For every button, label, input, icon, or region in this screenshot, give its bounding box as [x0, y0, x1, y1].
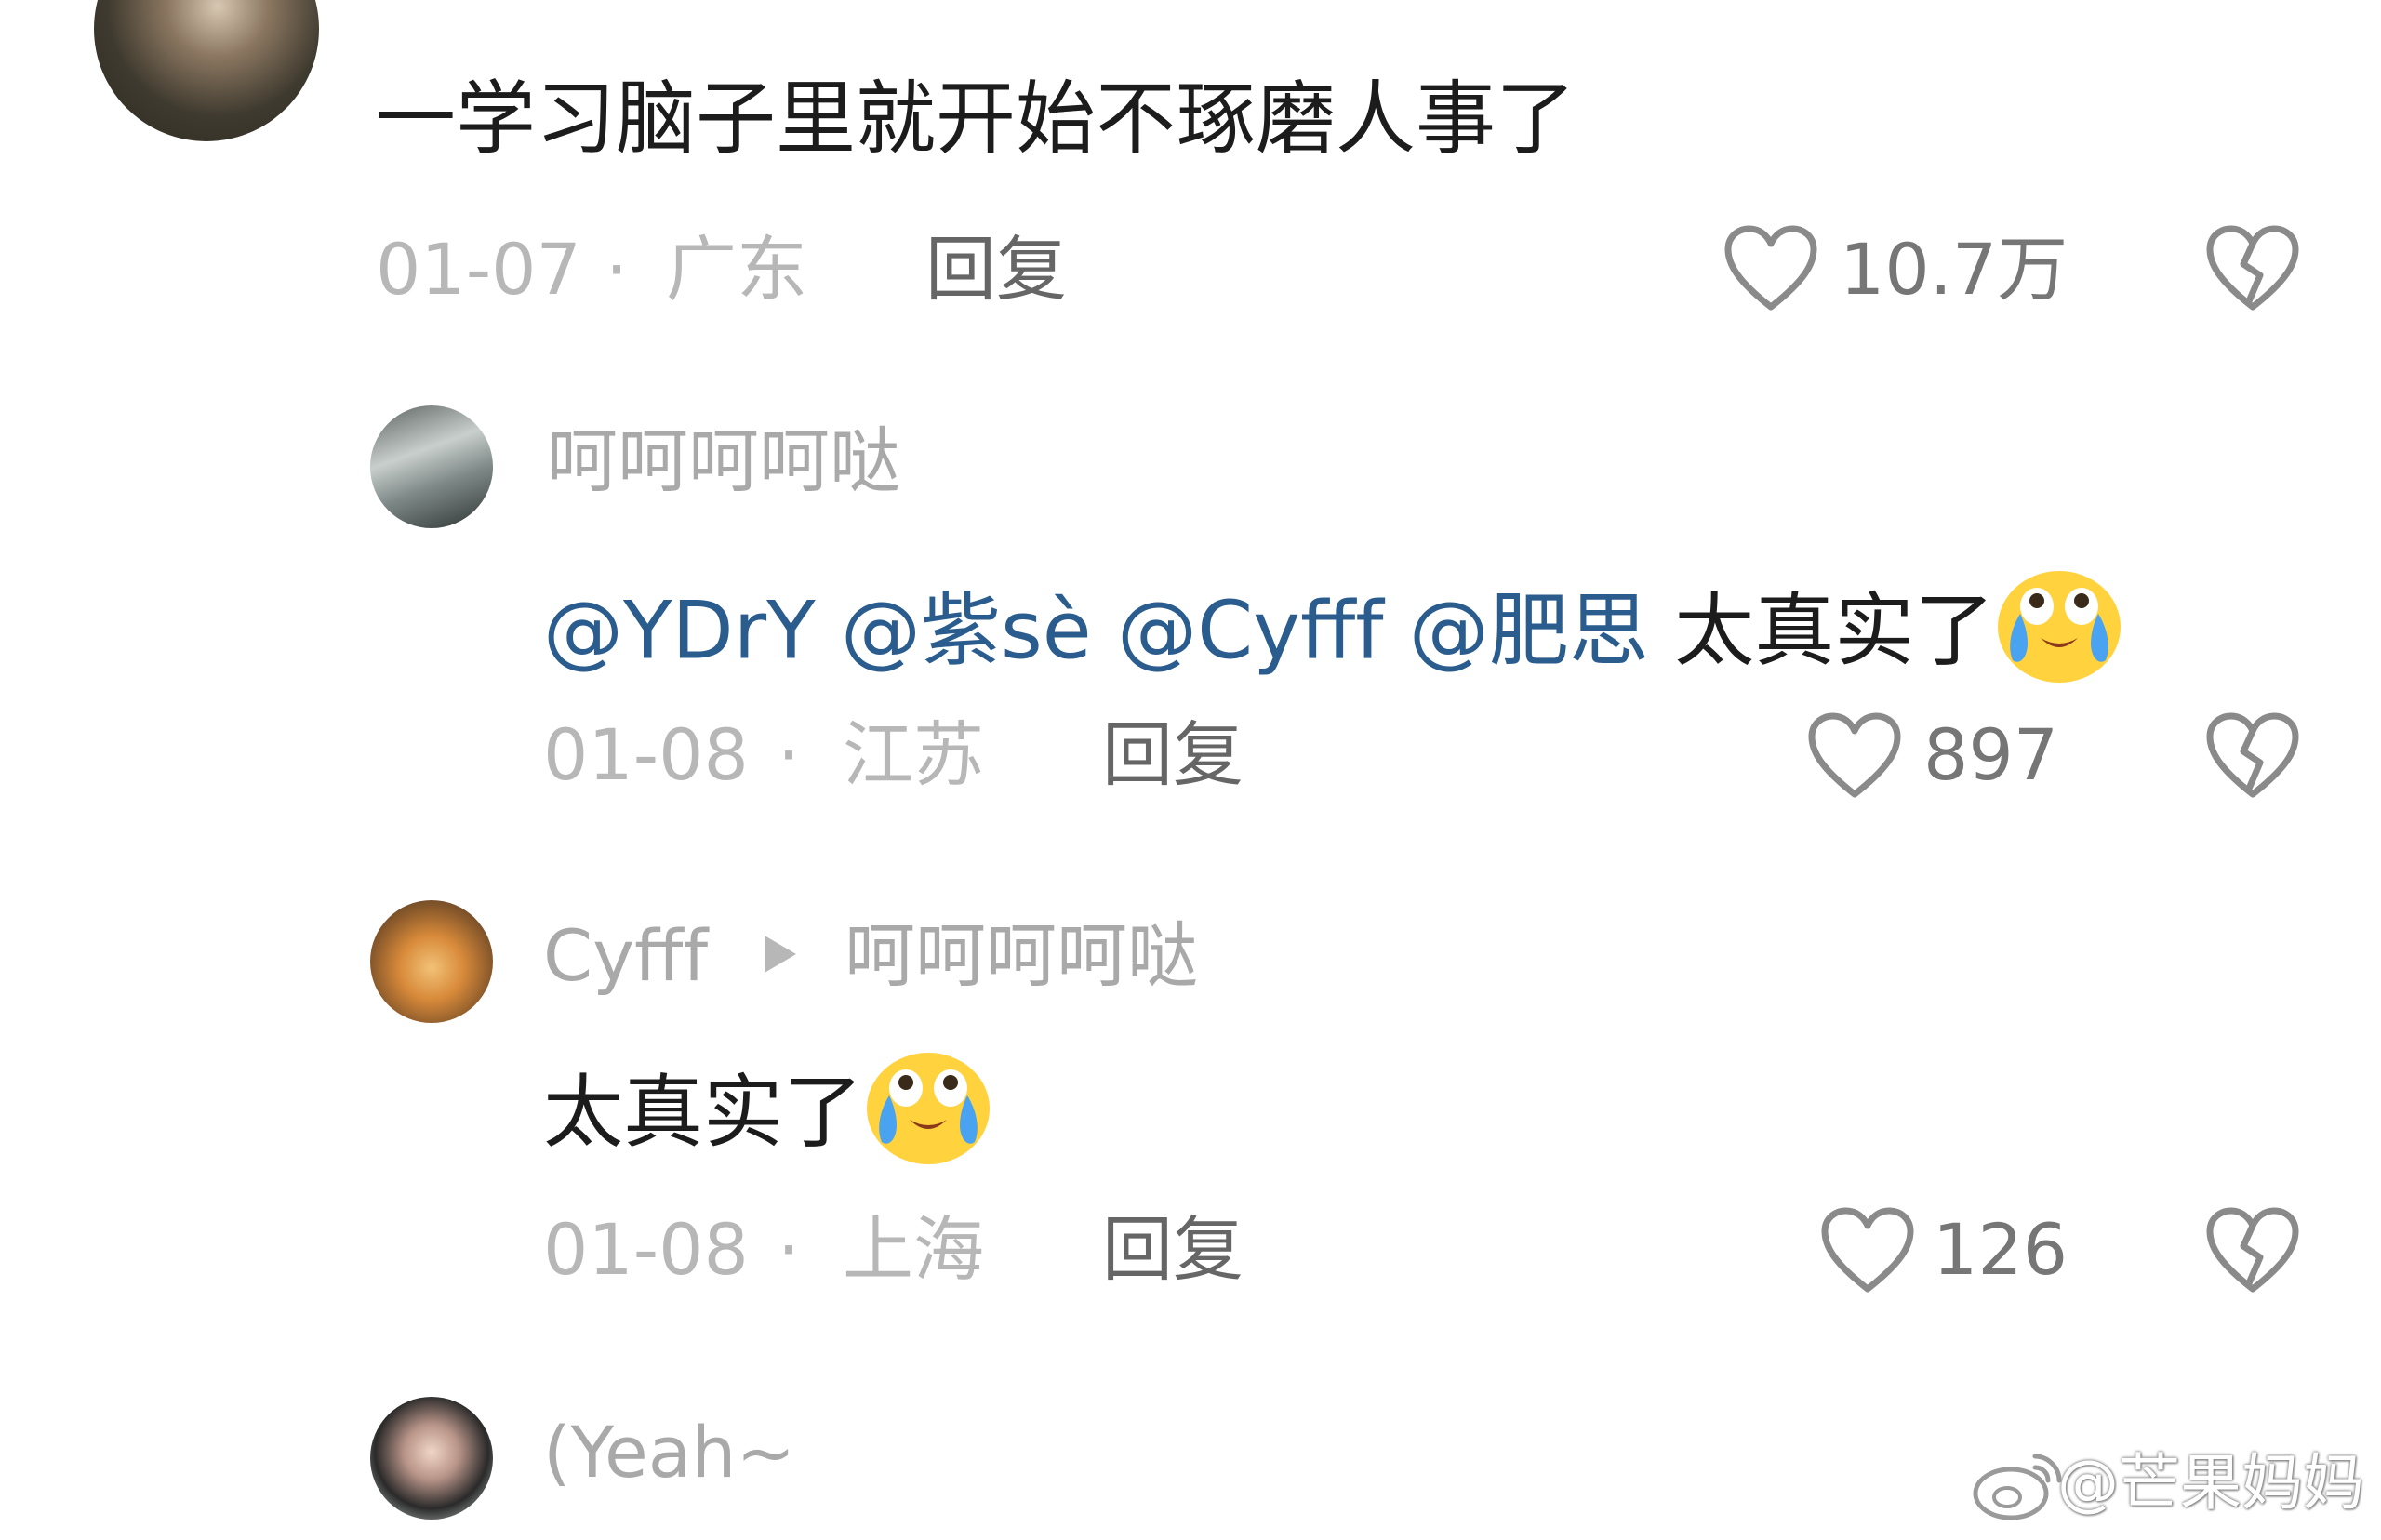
avatar[interactable] [370, 405, 493, 528]
meta-separator: · [778, 713, 801, 796]
reply-button[interactable]: 回复 [1102, 1215, 1244, 1285]
reply-button[interactable]: 回复 [925, 234, 1067, 305]
reply-button[interactable]: 回复 [1102, 720, 1244, 790]
mention-link[interactable]: @紫sè [841, 584, 1092, 677]
reply-to-username[interactable]: 呵呵呵呵哒 [845, 921, 1198, 991]
heart-outline-icon[interactable] [1723, 223, 1819, 318]
watermark-text: @芒果妈妈 [2057, 1447, 2364, 1519]
meta-separator: · [605, 228, 629, 311]
username[interactable]: 呵呵呵呵哒 [547, 426, 900, 497]
heart-outline-icon[interactable] [1819, 1205, 1916, 1300]
comment-date: 01-08 [543, 713, 749, 796]
mention-link[interactable]: @肥思 [1409, 584, 1649, 677]
comment-text: 一学习脑子里就开始不琢磨人事了 [376, 73, 1576, 166]
crying-laughing-emoji [863, 1045, 993, 1179]
heart-outline-icon[interactable] [1806, 710, 1903, 805]
meta-separator: · [778, 1208, 801, 1291]
username[interactable]: Cyfff [543, 921, 708, 991]
mention-link[interactable]: @YDrY [543, 584, 816, 677]
comment-body: 太真实了 [1674, 584, 1995, 678]
weibo-logo-icon [1970, 1447, 2067, 1525]
avatar[interactable] [370, 900, 493, 1023]
like-count: 126 [1933, 1208, 2068, 1291]
broken-heart-icon[interactable] [2204, 223, 2301, 318]
avatar[interactable] [94, 0, 319, 141]
mention-link[interactable]: @Cyfff [1117, 584, 1383, 677]
comment-text: @YDrY @紫sè @Cyfff @肥思 太真实了 [543, 569, 2124, 703]
like-count: 10.7万 [1840, 228, 2068, 311]
comment-text: 太真实了 [543, 1051, 993, 1185]
broken-heart-icon[interactable] [2204, 710, 2301, 805]
play-triangle-icon [765, 936, 796, 973]
comment-location: 广东 [666, 228, 807, 311]
comment-date: 01-08 [543, 1208, 749, 1291]
comment-body: 太真实了 [543, 1066, 863, 1160]
crying-laughing-emoji [1994, 564, 2124, 697]
username[interactable]: (Yeah~ [543, 1417, 795, 1488]
comment-date: 01-07 [376, 228, 581, 311]
comment-location: 上海 [843, 1208, 984, 1291]
comment-location: 江苏 [843, 713, 984, 796]
broken-heart-icon[interactable] [2204, 1205, 2301, 1300]
like-count: 897 [1923, 713, 2059, 796]
avatar[interactable] [370, 1397, 493, 1520]
